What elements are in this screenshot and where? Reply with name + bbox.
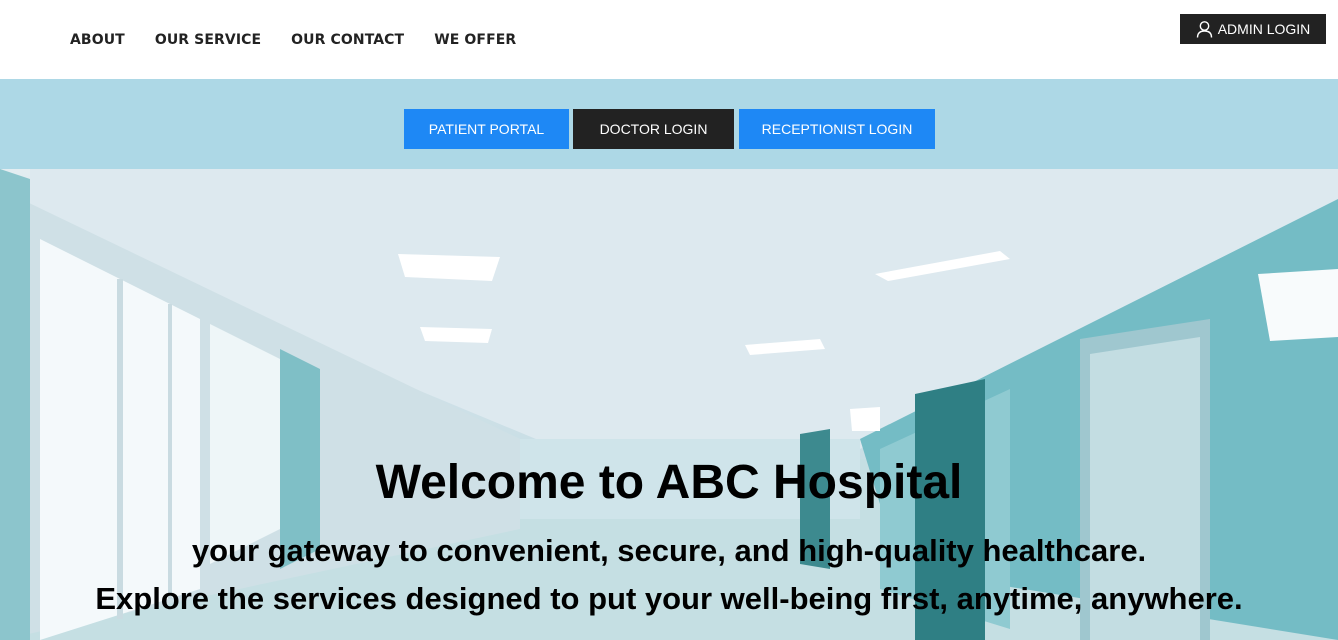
nav-link-our-contact[interactable]: OUR CONTACT <box>291 32 404 48</box>
user-icon <box>1196 21 1212 38</box>
hospital-corridor-image <box>0 169 1338 640</box>
nav-link-about[interactable]: ABOUT <box>70 32 125 48</box>
hero-subtitle-line-2: Explore the services designed to put you… <box>95 581 1243 616</box>
main-nav: ABOUT OUR SERVICE OUR CONTACT WE OFFER <box>70 32 546 48</box>
nav-link-our-service[interactable]: OUR SERVICE <box>155 32 261 48</box>
top-navigation-bar: ABOUT OUR SERVICE OUR CONTACT WE OFFER A… <box>0 0 1338 79</box>
nav-link-we-offer[interactable]: WE OFFER <box>434 32 516 48</box>
hero-title: Welcome to ABC Hospital <box>375 456 963 509</box>
admin-login-button[interactable]: ADMIN LOGIN <box>1180 14 1326 44</box>
hero-subtitle-line-1: your gateway to convenient, secure, and … <box>191 533 1147 568</box>
receptionist-login-button[interactable]: RECEPTIONIST LOGIN <box>739 109 935 149</box>
hero-banner: Welcome to ABC Hospital your gateway to … <box>0 169 1338 640</box>
login-options-band: PATIENT PORTAL DOCTOR LOGIN RECEPTIONIST… <box>0 79 1338 169</box>
patient-portal-button[interactable]: PATIENT PORTAL <box>404 109 569 149</box>
doctor-login-button[interactable]: DOCTOR LOGIN <box>573 109 734 149</box>
admin-login-label: ADMIN LOGIN <box>1217 21 1311 37</box>
